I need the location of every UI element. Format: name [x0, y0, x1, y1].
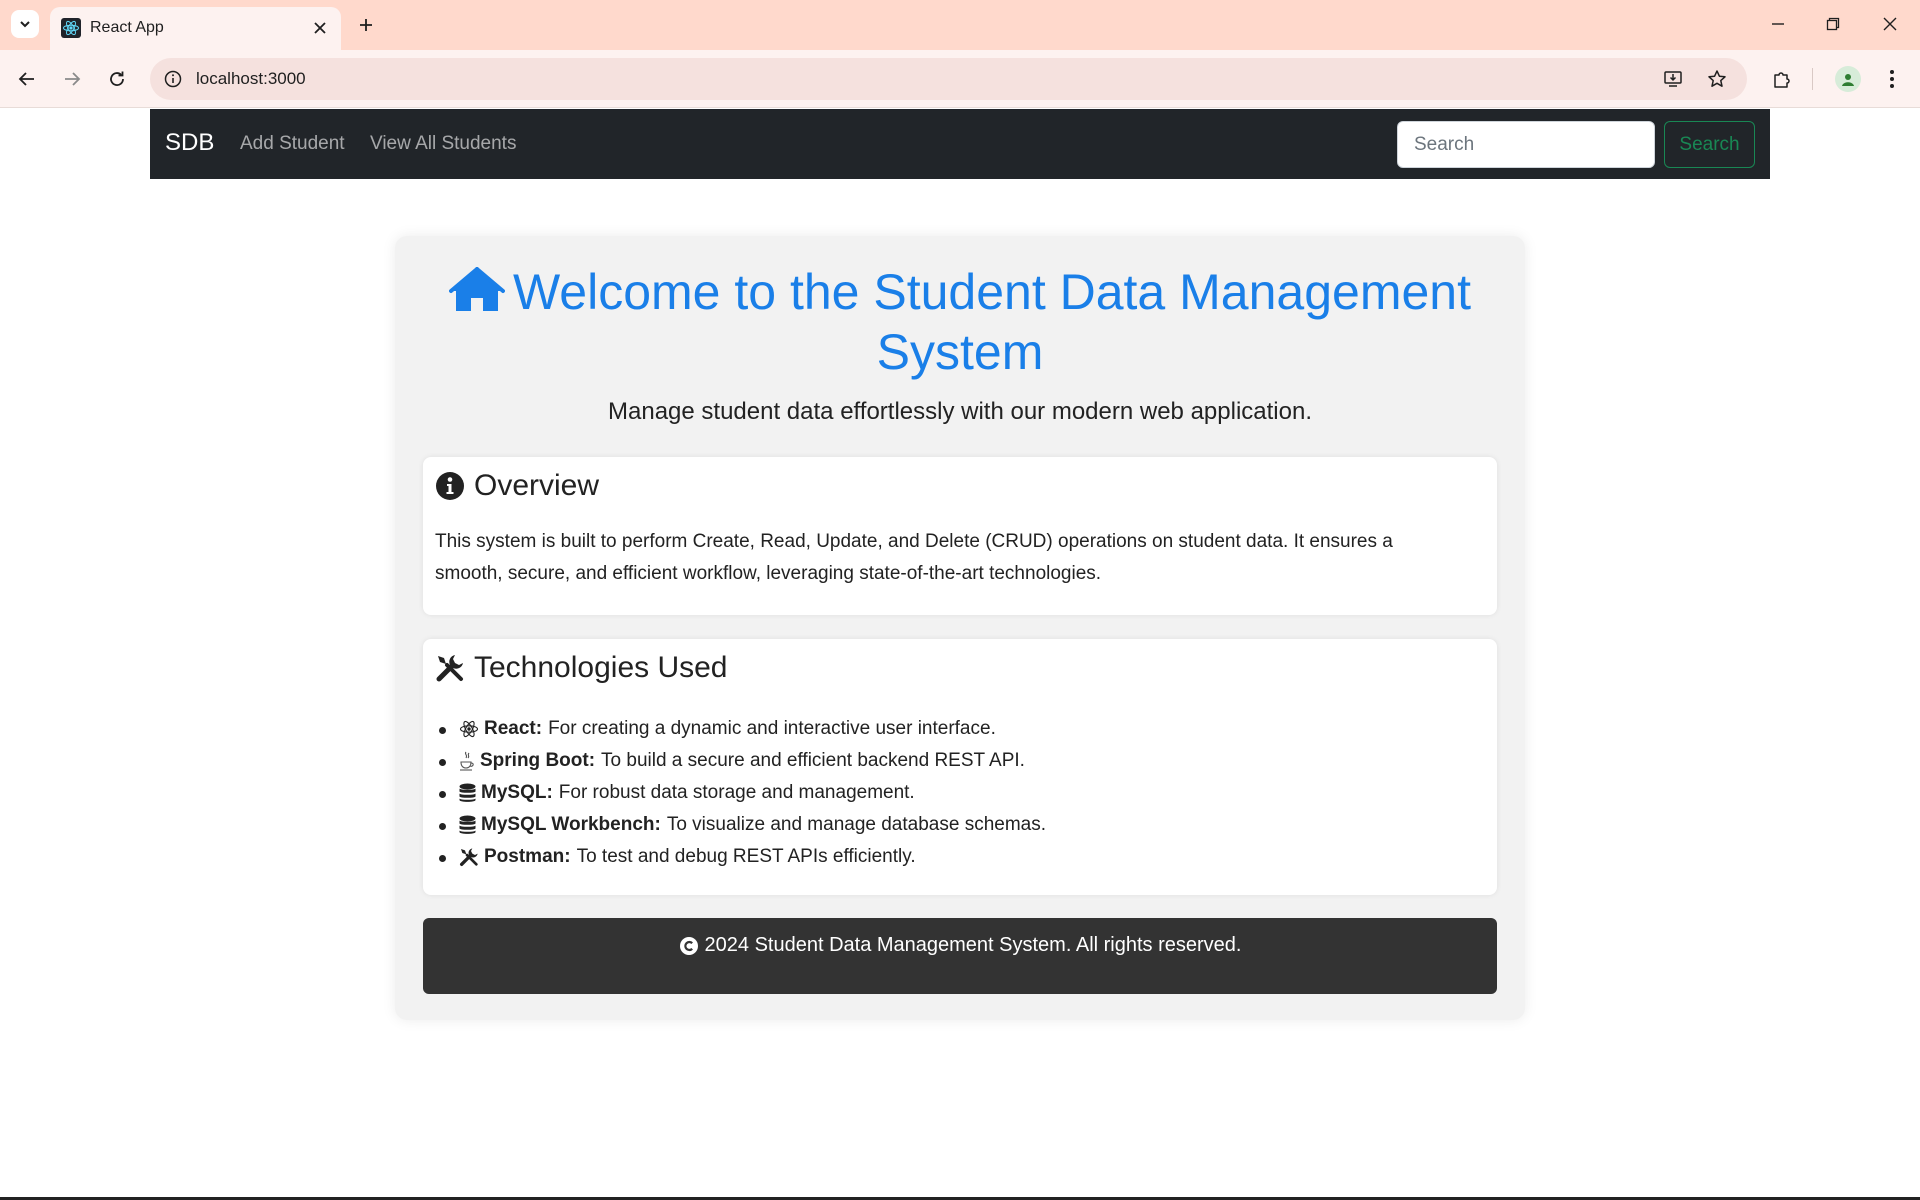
close-icon — [314, 22, 326, 34]
browser-tab-strip: React App — [0, 0, 1920, 50]
tech-description: To test and debug REST APIs efficiently. — [576, 846, 916, 867]
tech-name: Spring Boot: — [480, 750, 596, 771]
tools-icon — [460, 848, 478, 866]
tab-title: React App — [90, 19, 164, 36]
overview-card: Overview This system is built to perform… — [423, 457, 1497, 615]
plus-icon — [360, 19, 372, 31]
more-vert-icon — [1890, 70, 1894, 88]
main-container: Welcome to the Student Data Management S… — [395, 236, 1525, 1020]
close-icon — [1883, 17, 1897, 31]
forward-button[interactable] — [56, 63, 88, 95]
nav-link-view-all-students[interactable]: View All Students — [370, 133, 516, 155]
list-item: Spring Boot: To build a secure and effic… — [435, 745, 1046, 777]
new-tab-button[interactable] — [352, 11, 380, 39]
profile-avatar[interactable] — [1835, 66, 1861, 92]
technologies-card: Technologies Used React: For creating a … — [423, 639, 1497, 895]
site-info-button[interactable] — [160, 66, 186, 92]
technologies-heading: Technologies Used — [435, 651, 728, 685]
coffee-icon — [460, 751, 474, 771]
restore-button[interactable] — [1819, 10, 1847, 38]
arrow-right-icon — [65, 72, 81, 86]
tab-search-button[interactable] — [11, 10, 39, 38]
toolbar-separator — [1812, 68, 1813, 90]
star-icon — [1708, 70, 1726, 87]
browser-menu-button[interactable] — [1876, 63, 1908, 95]
overview-heading-text: Overview — [474, 469, 600, 502]
back-button[interactable] — [11, 63, 43, 95]
browser-tab[interactable]: React App — [50, 7, 341, 50]
react-icon — [459, 720, 479, 738]
tech-name: React: — [484, 718, 543, 739]
minimize-button[interactable] — [1764, 10, 1792, 38]
home-icon — [449, 267, 506, 311]
nav-link-add-student[interactable]: Add Student — [240, 133, 345, 155]
list-item: MySQL: For robust data storage and manag… — [435, 777, 1046, 809]
tools-icon — [436, 655, 463, 682]
puzzle-icon — [1774, 72, 1790, 88]
arrow-left-icon — [18, 72, 34, 86]
copyright-icon — [679, 937, 698, 955]
chevron-down-icon — [20, 21, 30, 28]
minimize-icon — [1772, 23, 1784, 25]
page-title: Welcome to the Student Data Management S… — [425, 262, 1495, 382]
install-app-button[interactable] — [1660, 66, 1686, 92]
info-icon — [164, 70, 182, 88]
tech-name: MySQL: — [481, 782, 553, 803]
footer-text: 2024 Student Data Management System. All… — [704, 934, 1242, 956]
page-title-text: Welcome to the Student Data Management S… — [513, 264, 1471, 380]
tech-description: To visualize and manage database schemas… — [666, 814, 1047, 835]
list-item: Postman: To test and debug REST APIs eff… — [435, 841, 1046, 873]
list-item: MySQL Workbench: To visualize and manage… — [435, 809, 1046, 841]
overview-heading: Overview — [435, 469, 599, 503]
tab-close-button[interactable] — [309, 17, 331, 39]
search-input[interactable] — [1397, 121, 1655, 168]
info-circle-icon — [436, 472, 464, 500]
technologies-list: React: For creating a dynamic and intera… — [435, 713, 1046, 873]
reload-button[interactable] — [101, 63, 133, 95]
overview-text: This system is built to perform Create, … — [435, 531, 1393, 584]
extensions-button[interactable] — [1766, 63, 1798, 95]
page-footer: 2024 Student Data Management System. All… — [423, 918, 1497, 994]
tech-description: For robust data storage and management. — [558, 782, 915, 803]
list-item: React: For creating a dynamic and intera… — [435, 713, 1046, 745]
restore-icon — [1826, 17, 1840, 31]
url-text: localhost:3000 — [196, 69, 306, 88]
reload-icon — [110, 71, 124, 86]
database-icon — [459, 783, 476, 802]
react-favicon-icon — [61, 18, 81, 38]
tech-description: For creating a dynamic and interactive u… — [548, 718, 996, 739]
app-navbar: SDB Add Student View All Students Search — [150, 109, 1770, 179]
close-window-button[interactable] — [1876, 10, 1904, 38]
technologies-heading-text: Technologies Used — [474, 651, 728, 684]
install-icon — [1664, 71, 1682, 87]
brand-link[interactable]: SDB — [165, 129, 214, 157]
profile-icon — [1842, 74, 1854, 86]
copyright-notice: 2024 Student Data Management System. All… — [679, 934, 1242, 994]
tech-description: To build a secure and efficient backend … — [601, 750, 1025, 771]
browser-toolbar: localhost:3000 — [0, 50, 1920, 108]
bookmark-button[interactable] — [1704, 66, 1730, 92]
page-subtitle: Manage student data effortlessly with ou… — [608, 398, 1312, 425]
tech-name: Postman: — [484, 846, 571, 867]
database-icon — [459, 815, 476, 834]
search-button[interactable]: Search — [1664, 121, 1755, 168]
address-bar[interactable]: localhost:3000 — [150, 58, 1747, 100]
tech-name: MySQL Workbench: — [481, 814, 661, 835]
